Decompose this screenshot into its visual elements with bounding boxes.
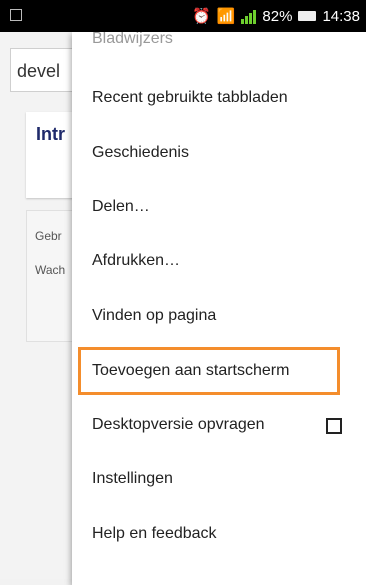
menu-item-label: Desktopversie opvragen — [92, 416, 265, 433]
status-icons: ⏰ 📶 82% 14:38 — [192, 6, 360, 26]
overflow-menu: Bladwijzers Recent gebruikte tabbladen G… — [72, 32, 366, 585]
page-content: devel Intr Gebr Wach Bladwijzers Recent … — [0, 32, 366, 585]
url-text: devel — [17, 61, 61, 81]
menu-item-find-in-page[interactable]: Vinden op pagina — [72, 289, 366, 343]
battery-percent: 82% — [262, 7, 293, 25]
menu-item-add-to-homescreen[interactable]: Toevoegen aan startscherm — [72, 344, 366, 398]
menu-item-label: Bladwijzers — [92, 32, 173, 47]
screenshot-icon — [10, 9, 22, 21]
menu-item-settings[interactable]: Instellingen — [72, 452, 366, 506]
menu-item-share[interactable]: Delen… — [72, 180, 366, 234]
desktop-site-checkbox[interactable] — [326, 418, 342, 434]
signal-icon — [241, 8, 257, 24]
menu-item-request-desktop-site[interactable]: Desktopversie opvragen — [72, 398, 366, 452]
username-label: Gebr — [35, 229, 62, 243]
battery-icon — [298, 11, 317, 21]
status-bar: ⏰ 📶 82% 14:38 — [0, 0, 366, 32]
menu-item-label: Delen… — [92, 198, 150, 215]
menu-item-label: Instellingen — [92, 470, 173, 487]
menu-item-label: Geschiedenis — [92, 144, 189, 161]
card-title: Intr — [36, 124, 65, 144]
wifi-icon: 📶 — [216, 8, 236, 25]
menu-item-label: Vinden op pagina — [92, 307, 217, 324]
alarm-icon: ⏰ — [192, 8, 211, 25]
menu-item-label: Toevoegen aan startscherm — [92, 362, 290, 379]
menu-item-label: Recent gebruikte tabbladen — [92, 89, 288, 106]
menu-item-label: Help en feedback — [92, 525, 217, 542]
menu-item-print[interactable]: Afdrukken… — [72, 234, 366, 288]
password-label: Wach — [35, 263, 66, 277]
menu-item-recent-tabs[interactable]: Recent gebruikte tabbladen — [72, 71, 366, 125]
clock: 14:38 — [322, 7, 360, 25]
menu-item-history[interactable]: Geschiedenis — [72, 126, 366, 180]
menu-item-label: Afdrukken… — [92, 252, 181, 269]
menu-item-help-feedback[interactable]: Help en feedback — [72, 507, 366, 561]
